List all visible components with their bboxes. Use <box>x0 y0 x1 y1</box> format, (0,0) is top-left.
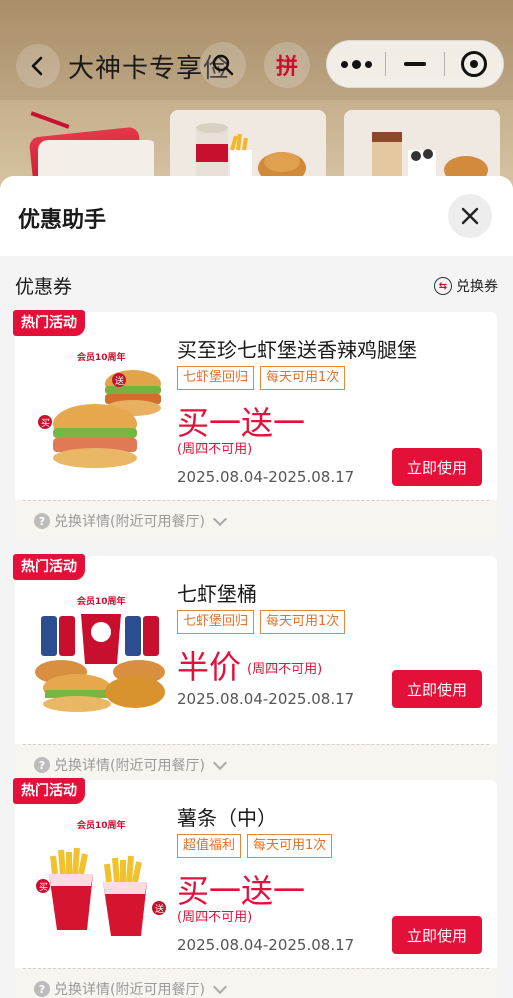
chevron-down-icon <box>212 511 228 526</box>
more-dots-icon <box>340 59 372 69</box>
coupon-card: 会员10周年 七虾堡桶 七虾堡回归 每天可用1次 半价 (周四不可用) 2025… <box>13 554 497 786</box>
exchange-coupon-link[interactable]: ⇆ 兑换券 <box>434 276 498 296</box>
question-icon: ? <box>34 757 50 773</box>
exchange-details-toggle[interactable]: ? 兑换详情(附近可用餐厅) <box>15 500 497 540</box>
use-now-button[interactable]: 立即使用 <box>392 448 482 486</box>
svg-text:送: 送 <box>115 375 124 387</box>
use-now-button[interactable]: 立即使用 <box>392 670 482 708</box>
promo-text: 半价 <box>177 648 242 686</box>
validity-date: 2025.08.04-2025.08.17 <box>177 690 355 708</box>
validity-date: 2025.08.04-2025.08.17 <box>177 468 355 486</box>
restriction-note: (周四不可用) <box>247 662 323 677</box>
coupon-tags: 超值福利 每天可用1次 <box>177 834 333 858</box>
hot-activity-badge: 热门活动 <box>13 554 85 580</box>
coupon-title: 买至珍七虾堡送香辣鸡腿堡 <box>177 338 417 362</box>
validity-date: 2025.08.04-2025.08.17 <box>177 936 355 954</box>
exchange-details-label: 兑换详情(附近可用餐厅) <box>54 514 205 530</box>
coupon-title: 七虾堡桶 <box>177 582 257 606</box>
coupon-title: 薯条（中） <box>177 806 277 830</box>
coupon-body: 会员10周年 七虾堡桶 七虾堡回归 每天可用1次 半价 (周四不可用) 2025… <box>13 554 497 744</box>
svg-text:会员10周年: 会员10周年 <box>77 351 126 363</box>
sheet-header: 优惠助手 <box>0 176 513 256</box>
coupon-image: 会员10周年 送 买 <box>31 336 171 476</box>
coupon-section-header: 优惠券 ⇆ 兑换券 <box>0 256 513 300</box>
minimize-button[interactable] <box>386 41 444 87</box>
close-button[interactable] <box>448 194 492 238</box>
background-page: 大神卡专享俭 拼 <box>0 0 513 200</box>
exchange-details-toggle[interactable]: ? 兑换详情(附近可用餐厅) <box>15 968 497 998</box>
coupon-image: 会员10周年 <box>31 580 171 720</box>
question-icon: ? <box>34 513 50 529</box>
svg-text:会员10周年: 会员10周年 <box>77 819 126 831</box>
section-title: 优惠券 <box>15 276 73 298</box>
coupon-body: 会员10周年 买 送 薯条（中） 超值福利 每天可用1次 买一送一 (周四不可用… <box>13 778 497 968</box>
target-circle-icon <box>461 51 487 77</box>
exchange-label: 兑换券 <box>456 279 498 295</box>
burger-icon: 会员10周年 送 买 <box>38 351 161 468</box>
coupon-tag: 每天可用1次 <box>260 366 346 390</box>
svg-text:送: 送 <box>155 903 164 915</box>
minus-icon <box>404 62 426 66</box>
coupon-helper-sheet: 优惠助手 优惠券 ⇆ 兑换券 会员10周年 送 买 买至珍七虾堡送香辣鸡腿堡 七… <box>0 176 513 998</box>
back-button[interactable] <box>16 44 60 88</box>
fries-icon: 会员10周年 买 送 <box>36 819 166 936</box>
svg-text:买: 买 <box>39 882 48 893</box>
coupon-tag: 七虾堡回归 <box>177 610 255 634</box>
svg-text:买: 买 <box>41 418 50 429</box>
restriction-note: (周四不可用) <box>177 910 253 925</box>
group-buy-label: 拼 <box>275 55 298 80</box>
bucket-meal-icon: 会员10周年 <box>35 595 165 712</box>
close-icon <box>461 207 479 225</box>
exchange-details-toggle[interactable]: ? 兑换详情(附近可用餐厅) <box>15 744 497 784</box>
more-menu-button[interactable] <box>327 41 385 87</box>
hot-activity-badge: 热门活动 <box>13 310 85 336</box>
mini-program-capsule <box>326 40 504 88</box>
chevron-left-icon <box>31 56 43 76</box>
exchange-details-label: 兑换详情(附近可用餐厅) <box>54 982 205 998</box>
coupon-body: 会员10周年 送 买 买至珍七虾堡送香辣鸡腿堡 七虾堡回归 每天可用1次 买一送… <box>13 310 497 500</box>
chevron-down-icon <box>212 755 228 770</box>
sheet-title: 优惠助手 <box>18 208 107 233</box>
search-button[interactable] <box>200 42 246 88</box>
chevron-down-icon <box>212 979 228 994</box>
svg-text:会员10周年: 会员10周年 <box>77 595 126 607</box>
coupon-card: 会员10周年 送 买 买至珍七虾堡送香辣鸡腿堡 七虾堡回归 每天可用1次 买一送… <box>13 310 497 542</box>
question-icon: ? <box>34 981 50 997</box>
search-icon <box>212 54 234 76</box>
close-mini-program-button[interactable] <box>445 41 503 87</box>
coupon-tag: 每天可用1次 <box>260 610 346 634</box>
hot-activity-badge: 热门活动 <box>13 778 85 804</box>
restriction-note: (周四不可用) <box>177 442 253 457</box>
coupon-tag: 每天可用1次 <box>247 834 333 858</box>
group-buy-button[interactable]: 拼 <box>264 42 310 88</box>
exchange-details-label: 兑换详情(附近可用餐厅) <box>54 758 205 774</box>
coupon-tags: 七虾堡回归 每天可用1次 <box>177 366 346 390</box>
coupon-tag: 七虾堡回归 <box>177 366 255 390</box>
exchange-icon: ⇆ <box>434 277 452 295</box>
coupon-tags: 七虾堡回归 每天可用1次 <box>177 610 346 634</box>
coupon-card: 会员10周年 买 送 薯条（中） 超值福利 每天可用1次 买一送一 (周四不可用… <box>13 778 497 998</box>
use-now-button[interactable]: 立即使用 <box>392 916 482 954</box>
coupon-tag: 超值福利 <box>177 834 242 858</box>
coupon-image: 会员10周年 买 送 <box>31 804 171 944</box>
